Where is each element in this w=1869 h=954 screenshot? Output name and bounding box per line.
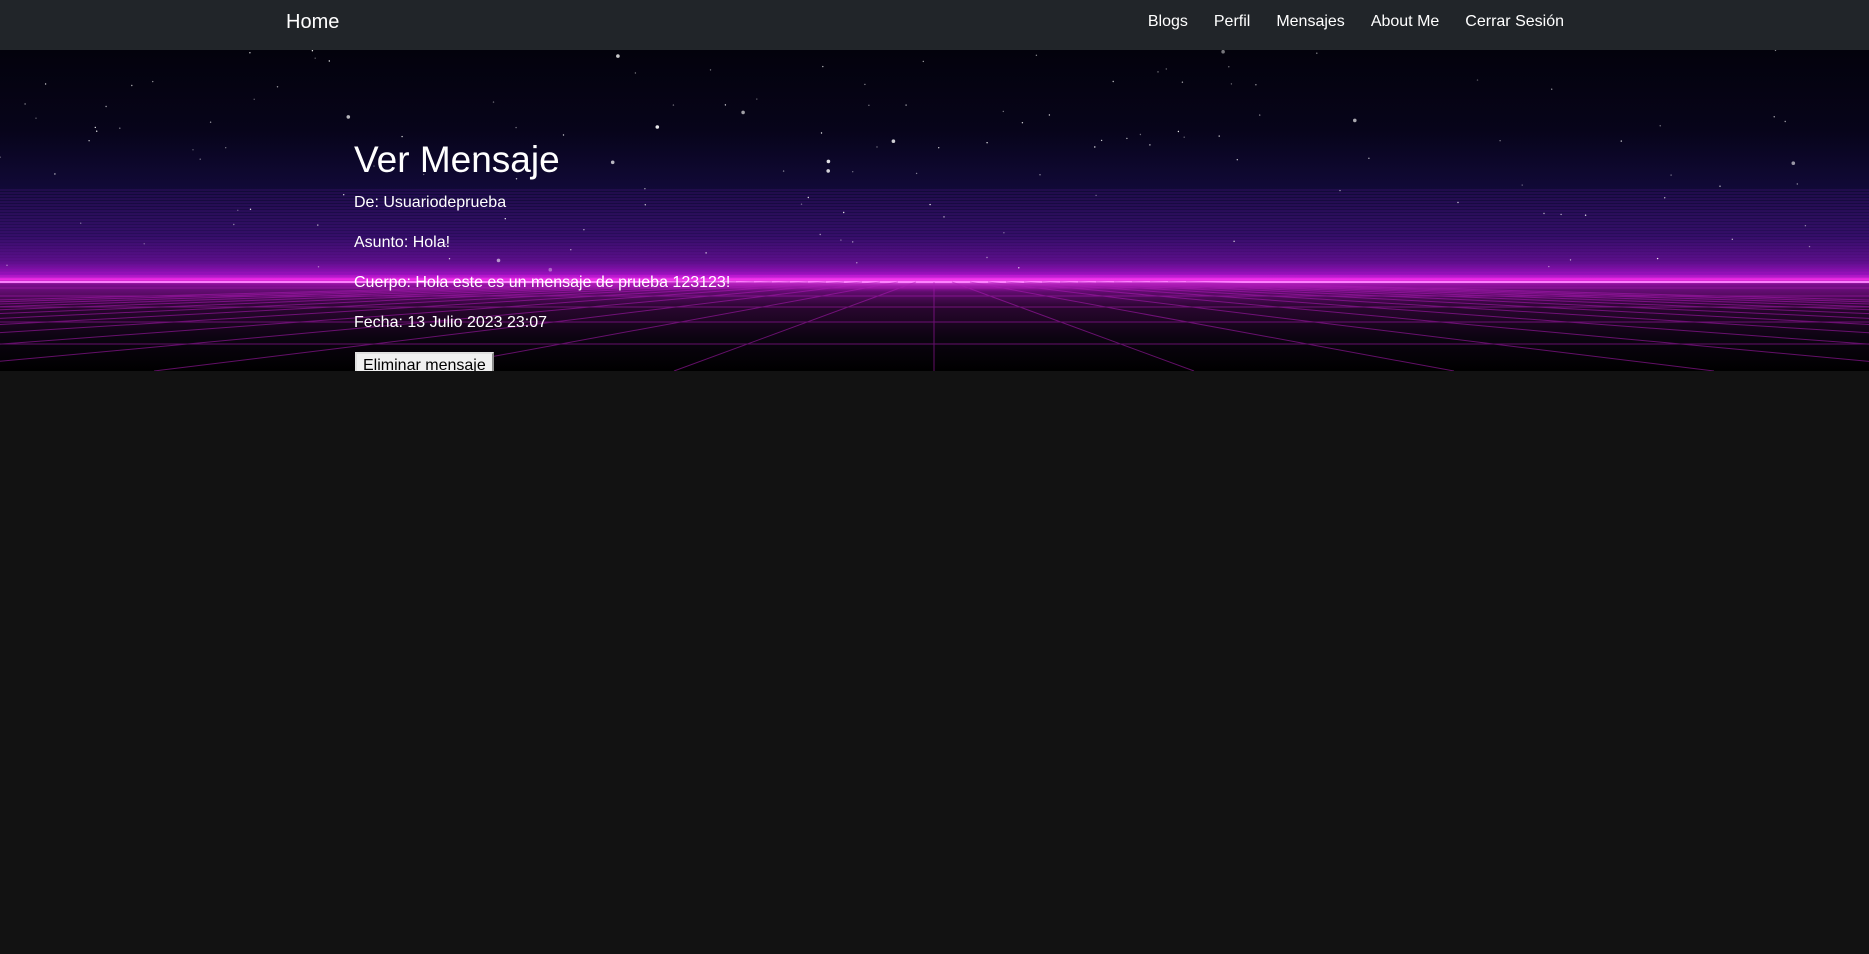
home-link[interactable]: Home xyxy=(286,10,339,34)
message-from: De: Usuariodeprueba xyxy=(354,194,507,211)
nav-link-cerrar-sesion[interactable]: Cerrar Sesión xyxy=(1465,13,1564,31)
nav-link-perfil[interactable]: Perfil xyxy=(1214,13,1250,31)
message-subject: Asunto: Hola! xyxy=(354,234,451,251)
delete-message-button[interactable]: Eliminar mensaje xyxy=(355,352,494,371)
message-view: Ver Mensaje De: Usuariodeprueba Asunto: … xyxy=(354,138,1554,371)
nav-link-blogs[interactable]: Blogs xyxy=(1148,13,1188,31)
synthwave-background xyxy=(0,50,1869,371)
top-navbar: Home Blogs Perfil Mensajes About Me Cerr… xyxy=(0,0,1869,50)
nav-links: Blogs Perfil Mensajes About Me Cerrar Se… xyxy=(1148,0,1564,43)
nav-link-about-me[interactable]: About Me xyxy=(1371,13,1439,31)
message-body: Cuerpo: Hola este es un mensaje de prueb… xyxy=(354,274,731,291)
hero-banner: Ver Mensaje De: Usuariodeprueba Asunto: … xyxy=(0,50,1869,371)
message-date: Fecha: 13 Julio 2023 23:07 xyxy=(354,314,548,331)
page-title: Ver Mensaje xyxy=(354,139,560,180)
nav-link-mensajes[interactable]: Mensajes xyxy=(1276,13,1344,31)
